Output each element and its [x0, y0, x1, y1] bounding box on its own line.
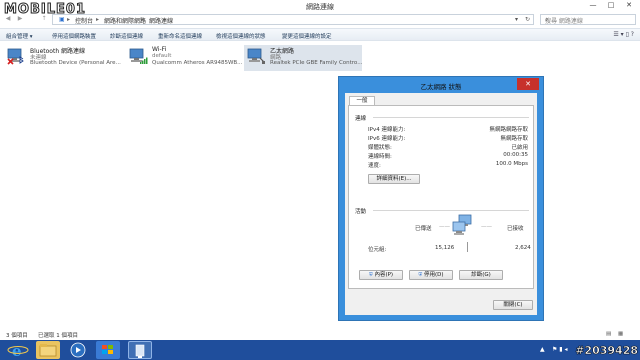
adapter-ethernet[interactable]: 乙太網路 網路 Realtek PCIe GBE Family Contro..…: [244, 45, 362, 71]
ethernet-status-dialog: 乙太網路 狀態 ✕ 一般 連線 IPv4 連線能力: 無網路網路存取 IPv6 …: [338, 76, 544, 321]
adapter-device: Realtek PCIe GBE Family Contro...: [270, 60, 363, 66]
bytes-received: 2,624: [515, 245, 531, 251]
dialog-title: 乙太網路 狀態: [420, 83, 462, 91]
view-options-icons[interactable]: ☰ ▾ ▯ ?: [613, 31, 634, 38]
store-taskbar-icon[interactable]: [96, 341, 120, 359]
back-button[interactable]: ◀: [4, 15, 12, 23]
forward-button[interactable]: ▶: [16, 15, 24, 23]
breadcrumb-item[interactable]: 控制台: [75, 16, 93, 25]
organize-button[interactable]: 組合管理 ▾: [6, 32, 33, 40]
search-icon[interactable]: ⌕: [545, 16, 632, 24]
network-connections-taskbar-icon[interactable]: [128, 341, 152, 359]
adapter-bluetooth[interactable]: Bluetooth 網路連線 未連線 Bluetooth Device (Per…: [6, 45, 122, 71]
minimize-button[interactable]: —: [586, 0, 600, 11]
maximize-button[interactable]: □: [604, 0, 618, 11]
media-player-taskbar-icon[interactable]: [66, 341, 90, 359]
item-count: 3 個項目: [6, 333, 28, 339]
post-id-watermark: #2039428: [575, 344, 638, 358]
shield-icon: ⛨: [418, 272, 423, 278]
adapter-wifi[interactable]: Wi-Fi default Qualcomm Atheros AR9485WB.…: [128, 45, 244, 71]
details-view-icon[interactable]: ▤: [606, 331, 611, 337]
group-divider: [373, 210, 529, 211]
disable-button[interactable]: ⛨ 停用(D): [409, 270, 453, 280]
bluetooth-adapter-icon: [7, 48, 24, 65]
close-button[interactable]: ✕: [622, 0, 636, 11]
diagnose-button[interactable]: 診斷這個連線: [110, 32, 143, 40]
adapter-device: Qualcomm Atheros AR9485WB...: [152, 60, 243, 66]
connection-heading: 連線: [355, 116, 367, 122]
view-status-button[interactable]: 檢視這個連線的狀態: [216, 32, 266, 40]
breadcrumb-item[interactable]: 網路和網際網路: [104, 16, 146, 25]
dialog-title-bar: 乙太網路 狀態 ✕: [339, 77, 543, 93]
ie-taskbar-icon[interactable]: e: [6, 341, 30, 360]
breadcrumb-item[interactable]: 網路連線: [149, 16, 173, 25]
properties-button[interactable]: ⛨ 內容(P): [359, 270, 403, 280]
file-explorer-taskbar-icon[interactable]: [36, 341, 60, 359]
status-bar: 3 個項目 已選取 1 個項目 ▤ ▦: [0, 329, 640, 339]
breadcrumb[interactable]: ▣ ▸ 控制台 ▸ 網路和網際網路 ▸ 網路連線 ▾ ↻: [52, 14, 534, 25]
close-dialog-button[interactable]: 關閉(C): [493, 300, 533, 310]
address-bar: ◀ ▶ ↑ ▣ ▸ 控制台 ▸ 網路和網際網路 ▸ 網路連線 ▾ ↻ 搜尋 網路…: [0, 12, 640, 26]
search-input[interactable]: 搜尋 網路連線 ⌕: [540, 14, 636, 25]
command-bar: 組合管理 ▾ 停用這個網路裝置 診斷這個連線 重新命名這個連線 檢視這個連線的狀…: [0, 28, 640, 41]
general-panel: 連線 IPv4 連線能力: 無網路網路存取 IPv6 連線能力: 無網路存取 媒…: [348, 105, 534, 289]
tray-overflow-icon[interactable]: ▲: [540, 346, 545, 353]
change-settings-button[interactable]: 變更這個連線的設定: [282, 32, 332, 40]
dropdown-icon[interactable]: ▾: [515, 16, 518, 23]
bytes-divider: [467, 242, 468, 252]
bytes-sent: 15,126: [435, 245, 455, 251]
adapter-status: default: [152, 53, 172, 59]
network-activity-icon: [452, 214, 472, 235]
tray-icons[interactable]: ⚑ ▮ ◂: [552, 346, 568, 353]
group-divider: [373, 117, 529, 118]
window-title: 網路連線: [306, 3, 334, 11]
folder-icon: ▣: [59, 16, 65, 23]
taskbar: e ▲ ⚑ ▮ ◂ #2039428: [0, 340, 640, 360]
wifi-adapter-icon: [129, 48, 148, 64]
tiles-view-icon[interactable]: ▦: [618, 331, 623, 337]
dialog-close-button[interactable]: ✕: [517, 78, 539, 90]
svg-text:e: e: [12, 342, 22, 359]
received-label: 已接收: [507, 226, 524, 232]
adapter-name: Wi-Fi: [152, 46, 167, 53]
rename-button[interactable]: 重新命名這個連線: [158, 32, 202, 40]
up-button[interactable]: ↑: [40, 15, 48, 23]
details-button[interactable]: 詳細資料(E)...: [368, 174, 420, 184]
sent-label: 已傳送: [415, 226, 432, 232]
bytes-label: 位元組:: [368, 247, 387, 253]
shield-icon: ⛨: [368, 272, 373, 278]
refresh-icon[interactable]: ↻: [525, 16, 530, 23]
ethernet-adapter-icon: [247, 48, 265, 64]
adapter-device: Bluetooth Device (Personal Are...: [30, 60, 121, 66]
selected-count: 已選取 1 個項目: [38, 333, 78, 339]
title-bar: MOBILE01 網路連線 — □ ✕: [0, 0, 640, 18]
disable-device-button[interactable]: 停用這個網路裝置: [52, 32, 96, 40]
activity-heading: 活動: [355, 209, 367, 215]
dialog-body: 一般 連線 IPv4 連線能力: 無網路網路存取 IPv6 連線能力: 無網路存…: [345, 93, 537, 315]
diagnose-dialog-button[interactable]: 診斷(G): [459, 270, 503, 280]
